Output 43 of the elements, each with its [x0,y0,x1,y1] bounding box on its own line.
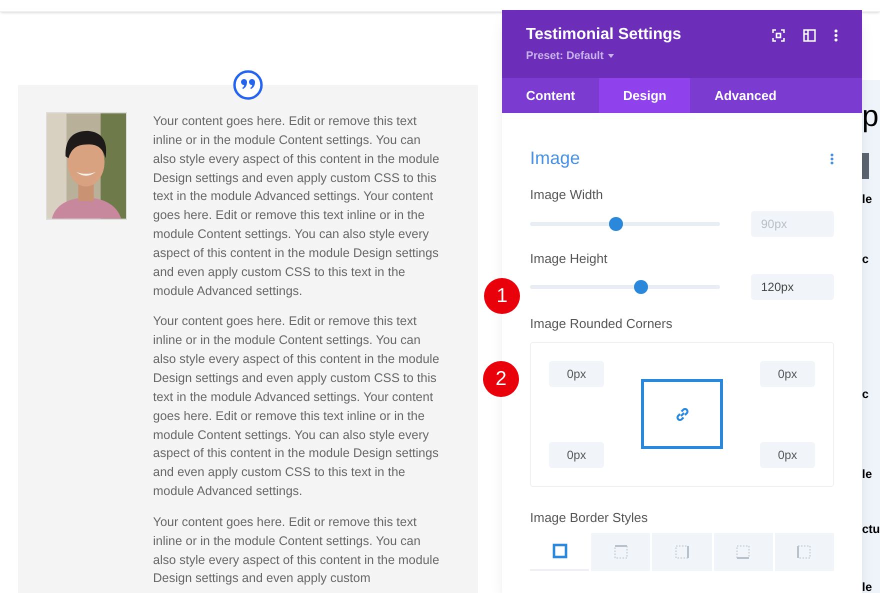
caret-icon [608,54,614,58]
step-marker: 1 [484,278,520,314]
tab[interactable]: Design [599,78,690,113]
page-text: le [862,191,872,208]
preset-dropdown[interactable]: Preset: Default [526,48,682,64]
step-marker: 2 [483,361,519,397]
page-text: c [862,386,869,403]
right-side-icon [674,544,690,560]
page-text: le [862,579,872,593]
tab[interactable]: Content [502,78,600,113]
bottom-side-icon [735,544,752,560]
field-label: Image Height [530,250,608,268]
left-side-icon [796,544,812,560]
corner-field[interactable]: 0px [760,442,815,468]
value-field[interactable]: 120px [751,274,834,300]
field-label: Image Border Styles [530,508,649,527]
slider-thumb[interactable] [609,216,624,230]
tab[interactable]: Advanced [690,78,801,113]
page-text: ctu [862,521,880,538]
top-side-icon [612,544,629,560]
page-heading: p [862,100,879,134]
more-icon[interactable] [834,29,838,42]
page-text: le [862,466,872,483]
all-sides-icon [552,543,568,559]
panel-title: Testimonial Settings [526,25,682,45]
field-label: Image Rounded Corners [530,315,674,333]
testimonial-text: Your content goes here. Edit or remove this text inline or in the module Content settings. You can also style every aspect of this content in the module Design settings and even apply custom [153,514,440,588]
testimonial-text: Your content goes here. Edit or remove this text inline or in the module Content settings. You can also style every aspect of this content in the module Design settings and even apply custom CSS to this text in the module Advanced settings. Your content goes here. Edit or remove this text inline or in the module Content settings. You can also style every aspect of this content in the module Design settings and even apply custom CSS to this text in the module Advanced settings. [153,313,440,500]
corner-field[interactable]: 0px [549,442,604,468]
corner-field[interactable]: 0px [549,360,604,386]
more-icon[interactable] [830,152,834,164]
link-icon[interactable] [674,406,690,422]
slider-track[interactable] [530,216,720,230]
section-title: Image [530,147,580,170]
corner-field[interactable]: 0px [760,360,815,386]
testimonial-text: Your content goes here. Edit or remove this text inline or in the module Content settings. You can also style every aspect of this content in the module Design settings and even apply custom CSS to this text in the module Advanced settings. Your content goes here. Edit or remove this text inline or in the module Content settings. You can also style every aspect of this content in the module Design settings and even apply custom CSS to this text in the module Advanced settings. [153,113,440,300]
dark-bar [862,153,869,179]
field-label: Image Width [530,186,604,204]
page-text: c [862,251,869,268]
fullscreen-icon[interactable] [772,29,785,42]
slider-thumb[interactable] [634,280,648,294]
slider-track[interactable] [530,280,720,294]
layout-icon[interactable] [803,29,816,42]
